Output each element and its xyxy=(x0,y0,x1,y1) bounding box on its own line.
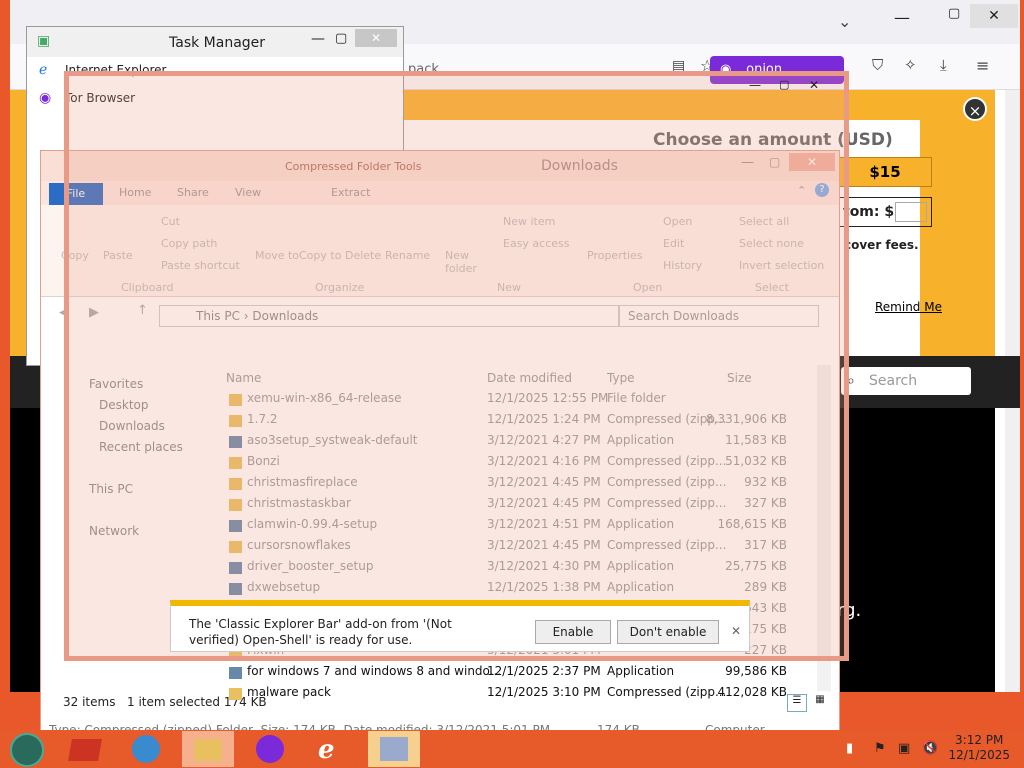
tab-list-icon[interactable]: ⌄ xyxy=(838,12,851,31)
tray-app-icon[interactable]: ▮ xyxy=(846,741,853,756)
minimize-icon[interactable]: — xyxy=(894,8,910,27)
site-search-placeholder: Search xyxy=(869,373,918,389)
tor-browser-icon: ◉ xyxy=(39,90,52,106)
clock-time: 3:12 PM xyxy=(955,733,1004,747)
addon-notification: The 'Classic Explorer Bar' add-on from '… xyxy=(170,600,750,652)
task-manager-titlebar: ▣ Task Manager — ▢ ✕ xyxy=(27,27,403,57)
banner-close-icon[interactable]: × xyxy=(963,97,987,121)
tor-browser-icon xyxy=(256,735,284,763)
overlay-window: — ▢ ✕ xyxy=(64,71,849,661)
maximize-icon[interactable]: ▢ xyxy=(335,31,347,46)
close-icon[interactable]: ✕ xyxy=(809,78,819,92)
minimize-icon[interactable]: — xyxy=(311,31,325,47)
taskbar-file-explorer[interactable] xyxy=(182,731,234,767)
file-date: 12/1/2025 2:37 PM xyxy=(487,664,601,678)
enable-button[interactable]: Enable xyxy=(535,620,611,644)
table-row[interactable]: malware pack 12/1/2025 3:10 PM Compressed … xyxy=(227,685,827,706)
close-icon[interactable]: ✕ xyxy=(355,29,397,47)
shield-icon[interactable]: ⛉ xyxy=(872,56,883,74)
folder-icon xyxy=(229,688,242,700)
application-icon xyxy=(229,667,242,679)
menu-icon[interactable]: ≡ xyxy=(976,56,989,75)
task-manager-title: Task Manager xyxy=(169,35,266,51)
maximize-icon[interactable]: ▢ xyxy=(948,6,960,21)
download-icon[interactable]: ⤓ xyxy=(940,56,947,74)
custom-amount-label: tom: $ xyxy=(843,204,895,220)
file-name: for windows 7 and windows 8 and windo... xyxy=(247,664,502,678)
clock[interactable]: 3:12 PM 12/1/2025 xyxy=(948,733,1010,763)
site-search-input[interactable]: ⌕ Search xyxy=(841,367,971,395)
folder-icon xyxy=(194,739,222,761)
taskbar-app-1[interactable] xyxy=(58,731,110,767)
file-size: 412,028 KB xyxy=(717,685,787,699)
file-name: malware pack xyxy=(247,685,331,699)
file-date: 12/1/2025 3:10 PM xyxy=(487,685,601,699)
close-icon[interactable]: ✕ xyxy=(970,4,1018,28)
task-manager-icon xyxy=(380,737,408,761)
taskbar-tor[interactable] xyxy=(244,731,296,767)
maximize-icon[interactable]: ▢ xyxy=(779,78,789,91)
minimize-icon[interactable]: — xyxy=(749,78,761,92)
taskbar-task-manager[interactable] xyxy=(368,731,420,767)
close-icon[interactable]: ✕ xyxy=(731,624,741,638)
globe-icon xyxy=(132,735,160,763)
app-icon xyxy=(68,739,102,761)
internet-explorer-icon: ℯ xyxy=(318,735,335,765)
file-type: Application xyxy=(607,664,675,678)
action-center-icon[interactable]: ⚑ xyxy=(874,741,886,756)
addon-message: The 'Classic Explorer Bar' add-on from '… xyxy=(189,617,452,647)
cover-fees-label: cover fees. xyxy=(844,238,919,252)
custom-amount-field[interactable]: tom: $ xyxy=(838,197,932,227)
windows-orb-icon xyxy=(10,733,44,767)
dont-enable-button[interactable]: Don't enable xyxy=(617,620,719,644)
file-type: Compressed (zipp... xyxy=(607,685,727,699)
magic-wand-icon[interactable]: ✧ xyxy=(904,56,917,74)
taskbar-app-2[interactable] xyxy=(120,731,172,767)
table-row[interactable]: for windows 7 and windows 8 and windo...… xyxy=(227,664,827,685)
volume-icon[interactable]: 🔇 xyxy=(922,741,938,756)
clock-date: 12/1/2025 xyxy=(948,748,1010,762)
amount-15-button[interactable]: $15 xyxy=(838,157,932,187)
network-icon[interactable]: ▣ xyxy=(898,741,910,756)
taskbar-ie[interactable]: ℯ xyxy=(306,731,358,767)
internet-explorer-icon: ℯ xyxy=(39,62,48,78)
item-count: 32 items xyxy=(63,695,116,709)
remind-me-link[interactable]: Remind Me xyxy=(875,300,942,314)
custom-amount-input[interactable] xyxy=(895,202,927,222)
file-size: 99,586 KB xyxy=(725,664,787,678)
task-manager-icon: ▣ xyxy=(37,33,51,49)
start-button[interactable] xyxy=(0,731,52,767)
